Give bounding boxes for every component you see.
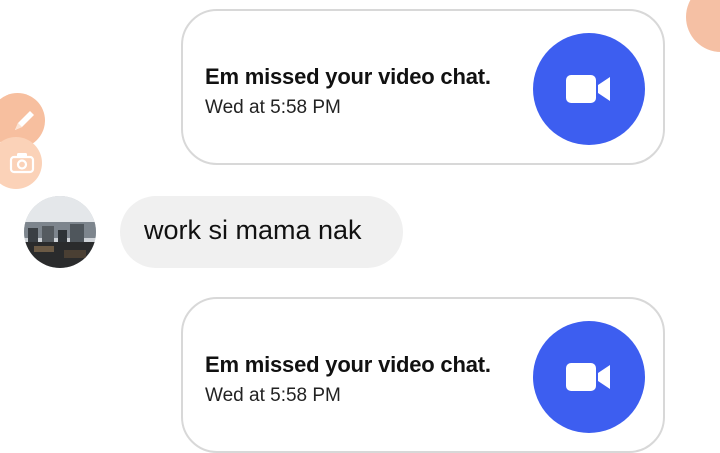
avatar[interactable] [24, 196, 96, 268]
missed-call-title: Em missed your video chat. [205, 64, 491, 89]
floating-bubble[interactable] [686, 0, 720, 52]
missed-video-call-card[interactable]: Em missed your video chat. Wed at 5:58 P… [181, 9, 665, 165]
call-back-button[interactable] [533, 33, 645, 145]
missed-call-time: Wed at 5:58 PM [205, 97, 341, 118]
call-back-button[interactable] [533, 321, 645, 433]
incoming-message-bubble[interactable]: work si mama nak [120, 196, 403, 268]
video-camera-icon [566, 363, 610, 391]
missed-video-call-card[interactable]: Em missed your video chat. Wed at 5:58 P… [181, 297, 665, 453]
missed-call-time: Wed at 5:58 PM [205, 385, 341, 406]
camera-float-button[interactable] [0, 137, 42, 189]
pencil-icon [14, 110, 34, 130]
video-camera-icon [566, 75, 610, 103]
camera-icon [9, 153, 35, 174]
incoming-message-text: work si mama nak [144, 215, 362, 245]
avatar-photo [24, 196, 96, 268]
missed-call-title: Em missed your video chat. [205, 352, 491, 377]
